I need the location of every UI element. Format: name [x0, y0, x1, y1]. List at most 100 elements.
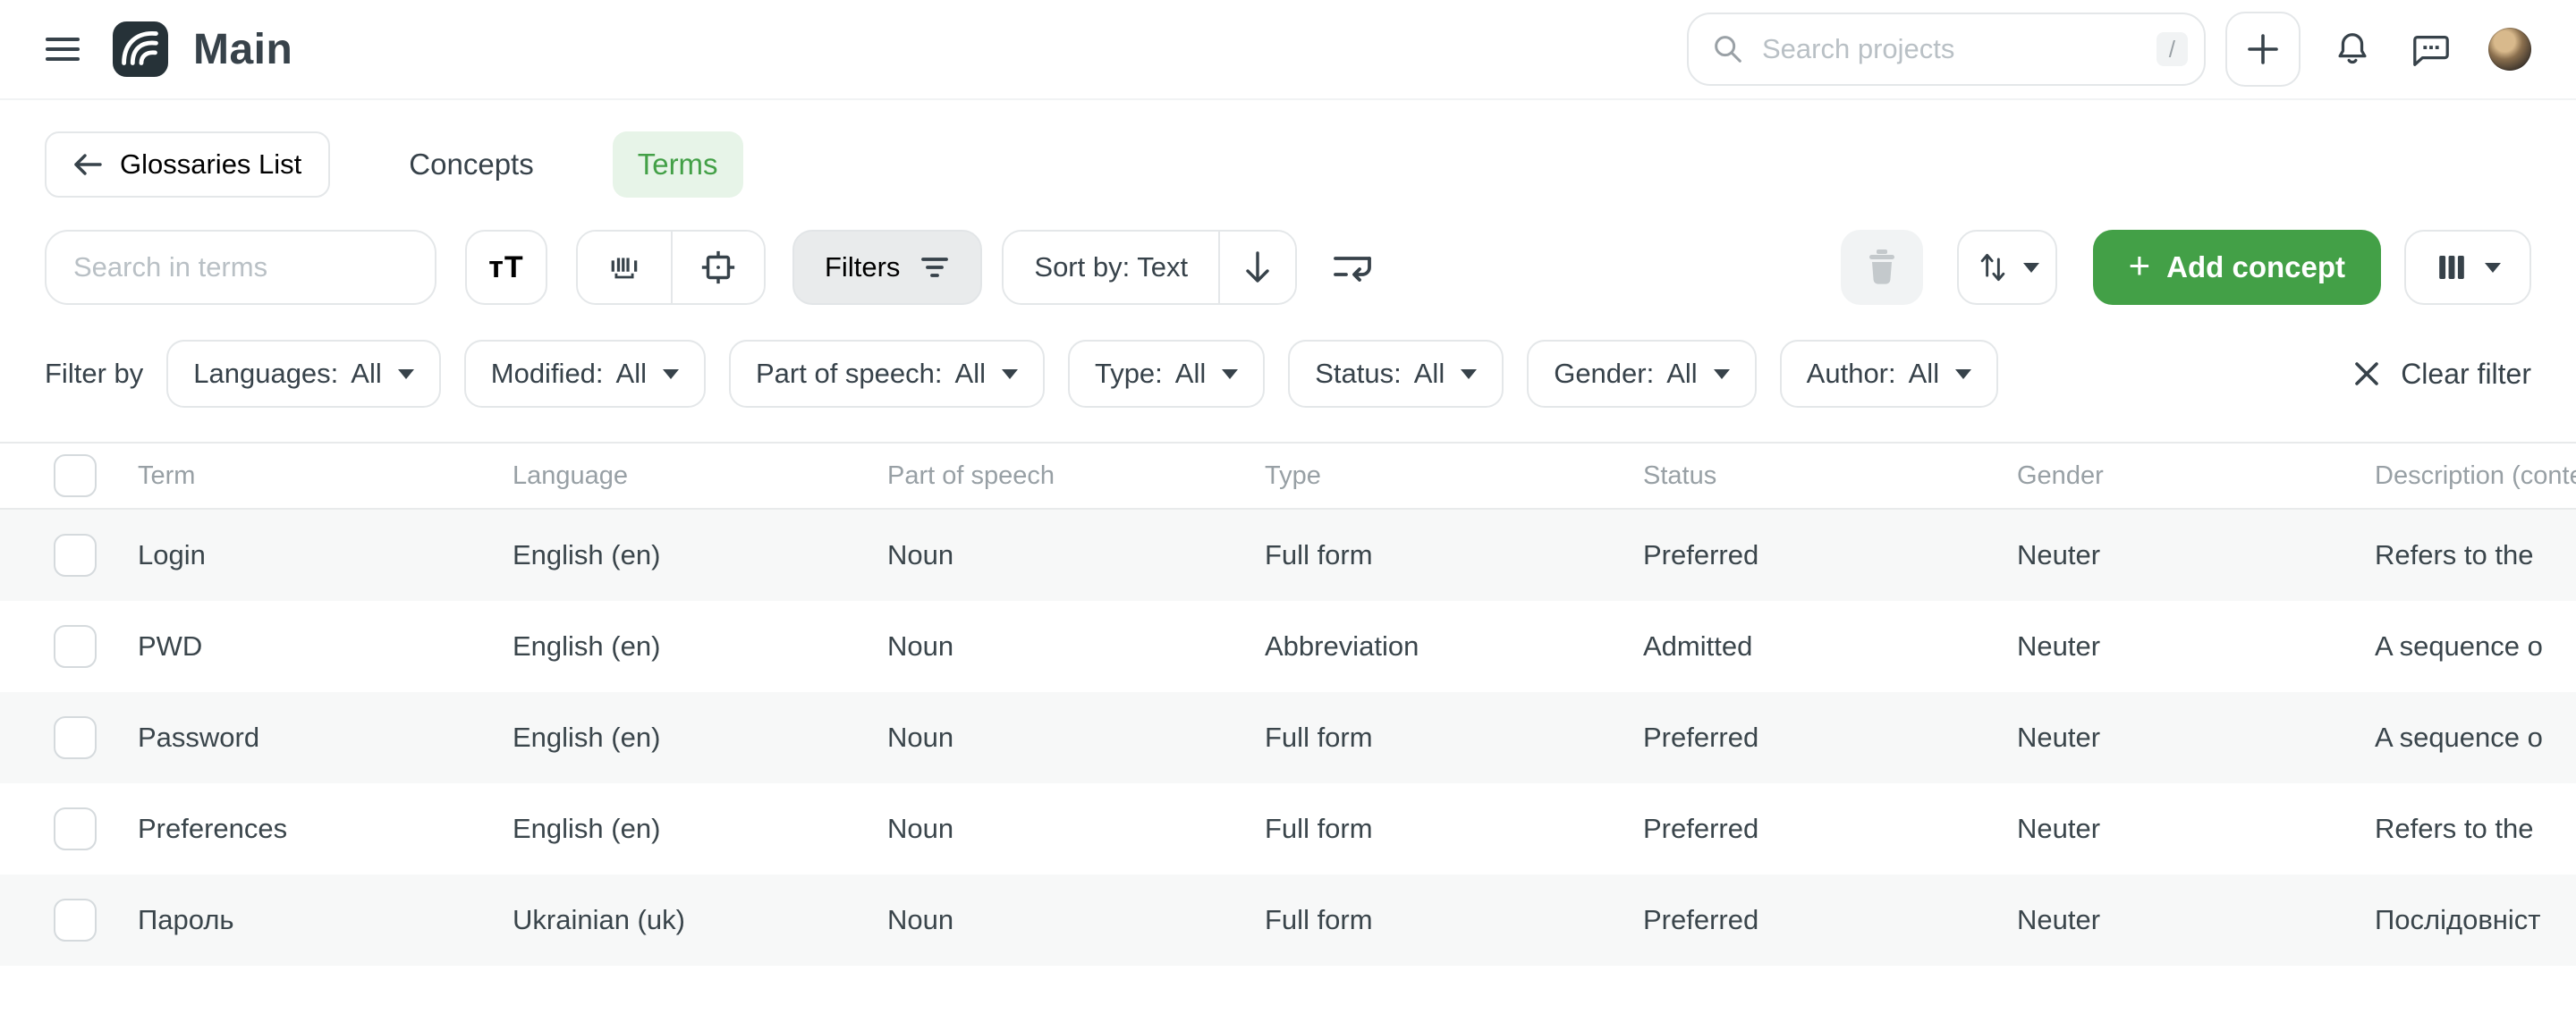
cell-language: English (en) — [513, 630, 887, 663]
chip-value: All — [1666, 358, 1697, 390]
search-projects-box[interactable]: / — [1687, 13, 2206, 86]
up-down-arrows-icon — [1975, 249, 2011, 285]
row-checkbox[interactable] — [54, 899, 97, 942]
frame-target-icon — [699, 248, 738, 287]
table-row[interactable]: ПарольUkrainian (uk)NounFull formPreferr… — [0, 875, 2576, 966]
sort-direction-button[interactable] — [1218, 232, 1295, 303]
cell-gender: Neuter — [2017, 813, 2375, 845]
messages-chat-icon[interactable] — [2406, 24, 2456, 74]
clear-filter-button[interactable]: Clear filter — [2352, 358, 2531, 391]
row-checkbox[interactable] — [54, 625, 97, 668]
search-terms-input[interactable] — [73, 251, 408, 283]
sort-by-button[interactable]: Sort by: Text — [1004, 232, 1218, 303]
filter-lines-icon — [919, 256, 950, 279]
filter-chip-modified[interactable]: Modified: All — [464, 340, 706, 408]
chip-label: Gender: — [1554, 358, 1654, 390]
filter-chip-type[interactable]: Type: All — [1068, 340, 1265, 408]
clear-filter-label: Clear filter — [2401, 358, 2531, 391]
import-export-button[interactable] — [1957, 230, 2057, 305]
add-concept-button[interactable]: + Add concept — [2093, 230, 2381, 305]
table-row[interactable]: PreferencesEnglish (en)NounFull formPref… — [0, 783, 2576, 875]
chip-value: All — [1414, 358, 1445, 390]
cell-status: Preferred — [1643, 722, 2017, 754]
filter-chip-gender[interactable]: Gender: All — [1527, 340, 1756, 408]
filter-chip-status[interactable]: Status:All — [1288, 340, 1504, 408]
columns-settings-button[interactable] — [2404, 230, 2531, 305]
cell-term: Login — [138, 539, 513, 571]
chevron-down-icon — [1002, 369, 1018, 379]
filter-chips: Languages:AllModified:AllPart of speech:… — [143, 340, 1998, 408]
cell-term: Password — [138, 722, 513, 754]
cell-description: Refers to the — [2375, 539, 2576, 571]
filter-chip-author[interactable]: Author:All — [1780, 340, 1998, 408]
table-header-row: Term Language Part of speech Type Status… — [0, 444, 2576, 510]
cell-part-of-speech: Noun — [887, 904, 1265, 936]
case-sensitive-toggle[interactable]: тT — [465, 230, 547, 305]
back-arrow-icon — [73, 152, 102, 177]
chip-label: Modified: — [491, 358, 604, 390]
search-terms-box[interactable] — [45, 230, 436, 305]
cell-part-of-speech: Noun — [887, 813, 1265, 845]
chip-value: All — [616, 358, 647, 390]
user-avatar[interactable] — [2488, 28, 2531, 71]
cell-gender: Neuter — [2017, 630, 2375, 663]
hamburger-menu-icon[interactable] — [45, 31, 80, 67]
chip-value: All — [1909, 358, 1939, 390]
chip-value: All — [351, 358, 381, 390]
cell-language: English (en) — [513, 539, 887, 571]
chevron-down-icon — [663, 369, 679, 379]
create-project-button[interactable] — [2225, 12, 2301, 87]
chevron-down-icon — [1714, 369, 1730, 379]
search-options-group — [576, 230, 766, 305]
close-icon — [2352, 359, 2381, 388]
row-checkbox[interactable] — [54, 534, 97, 577]
wrap-lines-toggle[interactable] — [1326, 241, 1379, 294]
search-shortcut-badge: / — [2157, 32, 2188, 66]
arrow-down-icon — [1242, 250, 1273, 284]
glossary-nav: Glossaries List Concepts Terms — [0, 131, 2576, 199]
match-whole-phrase-toggle[interactable] — [578, 232, 671, 303]
table-row[interactable]: LoginEnglish (en)NounFull formPreferredN… — [0, 510, 2576, 601]
row-checkbox[interactable] — [54, 807, 97, 850]
sort-control: Sort by: Text — [1002, 230, 1297, 305]
table-body: LoginEnglish (en)NounFull formPreferredN… — [0, 510, 2576, 966]
cell-description: Послідовніст — [2375, 904, 2576, 936]
cell-status: Preferred — [1643, 539, 2017, 571]
page-title: Main — [193, 25, 292, 74]
table-row[interactable]: PasswordEnglish (en)NounFull formPreferr… — [0, 692, 2576, 783]
filters-button[interactable]: Filters — [792, 230, 982, 305]
cell-type: Full form — [1265, 539, 1643, 571]
column-header-description: Description (context) — [2375, 461, 2576, 491]
search-projects-input[interactable] — [1762, 33, 2157, 65]
cell-part-of-speech: Noun — [887, 630, 1265, 663]
cell-status: Preferred — [1643, 813, 2017, 845]
filter-chip-partofspeech[interactable]: Part of speech: All — [729, 340, 1045, 408]
chevron-down-icon — [2023, 263, 2039, 273]
cell-status: Admitted — [1643, 630, 2017, 663]
add-concept-label: Add concept — [2166, 250, 2345, 284]
chevron-down-icon — [2485, 263, 2501, 273]
row-checkbox[interactable] — [54, 716, 97, 759]
tab-concepts[interactable]: Concepts — [384, 131, 558, 198]
chip-value: All — [1175, 358, 1206, 390]
chevron-down-icon — [1222, 369, 1238, 379]
back-to-glossaries-button[interactable]: Glossaries List — [45, 131, 330, 198]
wrap-lines-icon — [1330, 248, 1375, 287]
filter-chip-languages[interactable]: Languages:All — [166, 340, 441, 408]
cell-type: Full form — [1265, 904, 1643, 936]
select-all-checkbox[interactable] — [54, 454, 97, 497]
cell-term: PWD — [138, 630, 513, 663]
plus-icon: + — [2129, 247, 2151, 284]
chip-label: Type: — [1095, 358, 1163, 390]
terms-toolbar: тT Filters — [0, 229, 2576, 306]
chip-value: All — [955, 358, 986, 390]
chip-label: Part of speech: — [756, 358, 943, 390]
delete-terms-button[interactable] — [1841, 230, 1923, 305]
table-row[interactable]: PWDEnglish (en)NounAbbreviationAdmittedN… — [0, 601, 2576, 692]
notifications-bell-icon[interactable] — [2327, 24, 2377, 74]
cell-type: Full form — [1265, 722, 1643, 754]
crowdin-logo-icon[interactable] — [113, 21, 168, 77]
exact-match-toggle[interactable] — [671, 232, 764, 303]
tab-terms[interactable]: Terms — [613, 131, 743, 198]
cell-term: Пароль — [138, 904, 513, 936]
